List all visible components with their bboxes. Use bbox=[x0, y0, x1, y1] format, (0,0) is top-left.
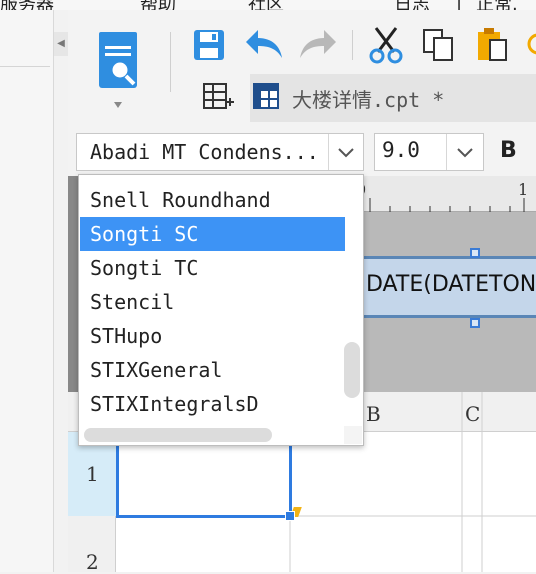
cut-icon bbox=[369, 27, 403, 64]
toolbar-separator bbox=[352, 30, 353, 60]
cut-button[interactable] bbox=[368, 26, 404, 64]
left-panel bbox=[0, 10, 54, 572]
font-family-dropdown[interactable]: Snell Roundhand Songti SC Songti TC Sten… bbox=[78, 174, 364, 446]
status-text: 正常. bbox=[476, 0, 518, 10]
insert-sheet-icon bbox=[203, 83, 234, 109]
copy-icon bbox=[423, 29, 453, 61]
paste-button[interactable] bbox=[474, 26, 514, 64]
redo-icon bbox=[300, 30, 336, 58]
ruler-label: 1 bbox=[518, 180, 529, 199]
menu-separator: | bbox=[456, 0, 462, 10]
tab-file-label: 大楼详情.cpt * bbox=[292, 88, 445, 112]
font-option[interactable]: STIXGeneral bbox=[80, 353, 345, 387]
report-preview-button[interactable] bbox=[96, 30, 142, 114]
column-header-c[interactable]: C bbox=[465, 402, 480, 426]
ruler bbox=[360, 176, 536, 212]
toolbar-overflow-icon[interactable] bbox=[526, 26, 536, 64]
menu-item-help[interactable]: 帮助 bbox=[140, 0, 176, 10]
font-family-dropdown-button[interactable] bbox=[328, 134, 363, 170]
collapse-panel-button[interactable]: ◀ bbox=[54, 32, 68, 56]
chevron-down-icon bbox=[338, 148, 354, 158]
row-header-2[interactable]: 2 bbox=[86, 550, 99, 574]
save-icon bbox=[194, 30, 224, 60]
report-preview-icon bbox=[99, 32, 137, 108]
resize-handle[interactable] bbox=[470, 248, 480, 258]
left-panel-divider bbox=[0, 66, 50, 67]
toolbar-separator bbox=[170, 32, 171, 92]
paste-icon bbox=[478, 28, 507, 61]
font-option[interactable]: Songti TC bbox=[80, 251, 345, 285]
horizontal-scrollbar-thumb[interactable] bbox=[84, 428, 272, 442]
scroll-corner bbox=[344, 426, 362, 444]
vertical-scrollbar-thumb[interactable] bbox=[344, 342, 360, 398]
menu-bar: 服务器 帮助 社区 日志 | 正常. bbox=[0, 0, 536, 10]
font-option[interactable]: Stencil bbox=[80, 285, 345, 319]
fill-handle[interactable] bbox=[285, 511, 295, 521]
font-family-value: Abadi MT Condens... bbox=[90, 140, 319, 164]
insert-sheet-button[interactable] bbox=[200, 80, 236, 114]
bold-button[interactable]: B bbox=[500, 138, 517, 163]
menu-item-community[interactable]: 社区 bbox=[248, 0, 284, 10]
font-option[interactable]: STHupo bbox=[80, 319, 345, 353]
chevron-down-icon bbox=[457, 148, 473, 158]
row-header-1[interactable]: 1 bbox=[86, 462, 99, 486]
report-grid-icon bbox=[252, 82, 282, 112]
undo-button[interactable] bbox=[244, 26, 284, 62]
menu-item-log[interactable]: 日志 bbox=[394, 0, 430, 10]
save-button[interactable] bbox=[192, 28, 226, 62]
font-option-selected[interactable]: Songti SC bbox=[80, 217, 345, 251]
font-option[interactable]: Snell Roundhand bbox=[80, 183, 345, 217]
column-header-b[interactable]: B bbox=[366, 402, 381, 426]
resize-handle[interactable] bbox=[470, 318, 480, 328]
redo-button[interactable] bbox=[298, 26, 338, 62]
copy-button[interactable] bbox=[420, 26, 458, 64]
menu-item-server[interactable]: 服务器 bbox=[0, 0, 54, 10]
undo-icon bbox=[246, 30, 282, 58]
font-size-dropdown-button[interactable] bbox=[446, 134, 483, 170]
font-size-value: 9.0 bbox=[382, 138, 420, 162]
font-option[interactable]: STIXIntegralsD bbox=[80, 387, 345, 421]
formula-text: DATE(DATETON bbox=[366, 272, 536, 297]
